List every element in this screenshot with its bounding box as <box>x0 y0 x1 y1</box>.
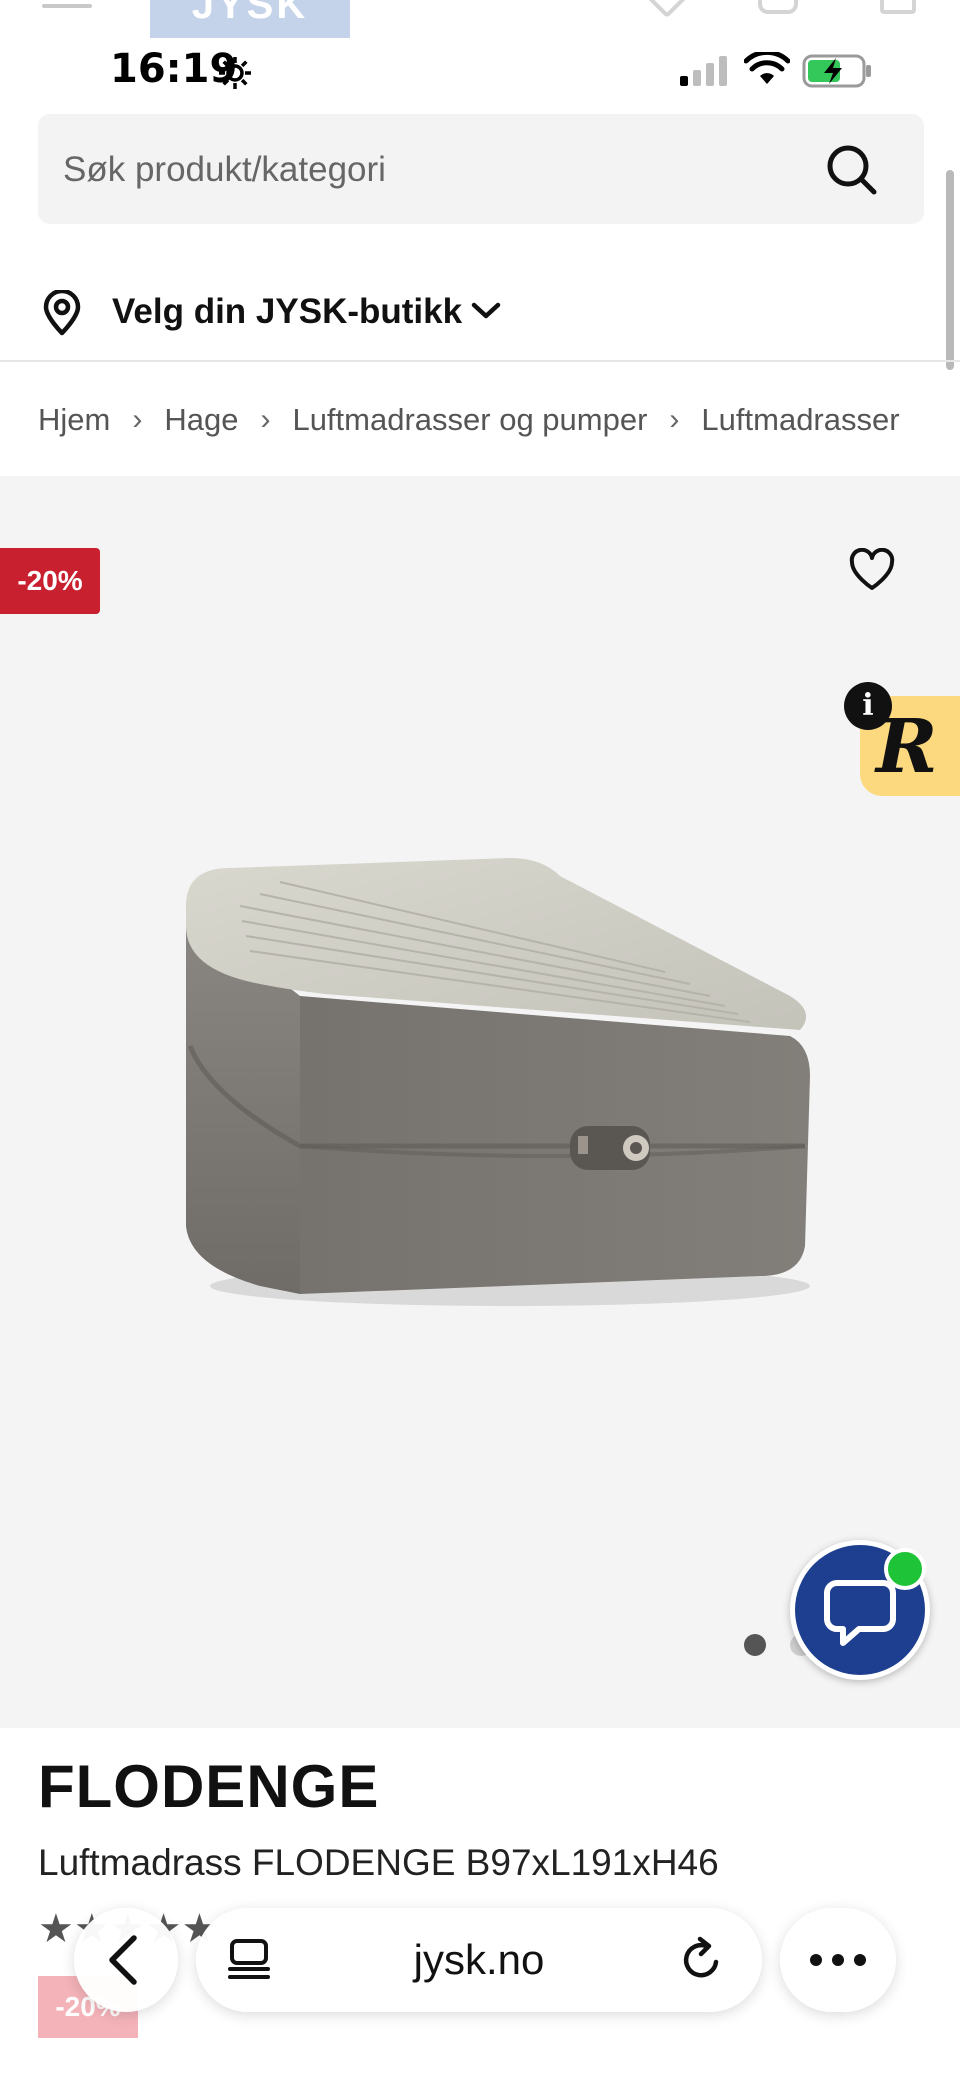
discount-badge: -20% <box>0 548 100 614</box>
breadcrumb-item-hjem[interactable]: Hjem <box>38 402 110 438</box>
cart-icon[interactable] <box>880 0 916 14</box>
store-selector[interactable]: Velg din JYSK-butikk <box>0 270 960 362</box>
product-description: Luftmadrass FLODENGE B97xL191xH46 <box>38 1842 719 1883</box>
jysk-logo[interactable]: JYSK <box>150 0 350 38</box>
battery-icon <box>802 54 874 93</box>
location-pin-icon <box>42 288 82 341</box>
breadcrumb-item-hage[interactable]: Hage <box>164 402 238 438</box>
back-button[interactable] <box>74 1908 178 2012</box>
back-icon <box>109 1935 137 1985</box>
product-image[interactable] <box>150 846 830 1316</box>
heart-icon[interactable] <box>645 0 689 19</box>
menu-icon[interactable] <box>42 4 92 8</box>
status-bar: 16:19 <box>0 40 960 102</box>
breadcrumb: Hjem › Hage › Luftmadrasser og pumper › … <box>38 380 960 460</box>
search-icon[interactable] <box>824 142 880 198</box>
wifi-icon <box>743 49 791 91</box>
product-title: FLODENGE <box>38 1753 380 1820</box>
chevron-down-icon <box>470 300 502 327</box>
chat-online-indicator <box>884 1548 926 1590</box>
review-info-icon[interactable]: i <box>844 682 892 730</box>
user-icon[interactable] <box>758 0 798 14</box>
breadcrumb-separator: › <box>132 403 143 436</box>
breadcrumb-separator: › <box>260 403 271 436</box>
cellular-icon <box>680 56 730 91</box>
address-bar[interactable]: jysk.no <box>196 1908 762 2012</box>
breadcrumb-item-luftmadrasser-og-pumper[interactable]: Luftmadrasser og pumper <box>292 402 647 438</box>
wishlist-heart-icon[interactable] <box>848 547 896 597</box>
product-gallery[interactable]: -20% R i <box>0 476 960 1728</box>
more-icon <box>810 1954 866 1966</box>
store-selector-label: Velg din JYSK-butikk <box>112 292 463 331</box>
more-button[interactable] <box>780 1908 896 2012</box>
site-header: JYSK <box>0 0 960 40</box>
breadcrumb-item-luftmadrasser[interactable]: Luftmadrasser <box>701 402 899 438</box>
settings-icon <box>216 54 254 97</box>
gallery-dot-active[interactable] <box>744 1634 766 1656</box>
search-input[interactable]: Søk produkt/kategori <box>38 114 924 224</box>
search-placeholder: Søk produkt/kategori <box>63 150 386 189</box>
browser-toolbar: jysk.no <box>0 1900 960 2020</box>
breadcrumb-separator: › <box>669 403 680 436</box>
reload-icon[interactable] <box>676 1934 728 1986</box>
